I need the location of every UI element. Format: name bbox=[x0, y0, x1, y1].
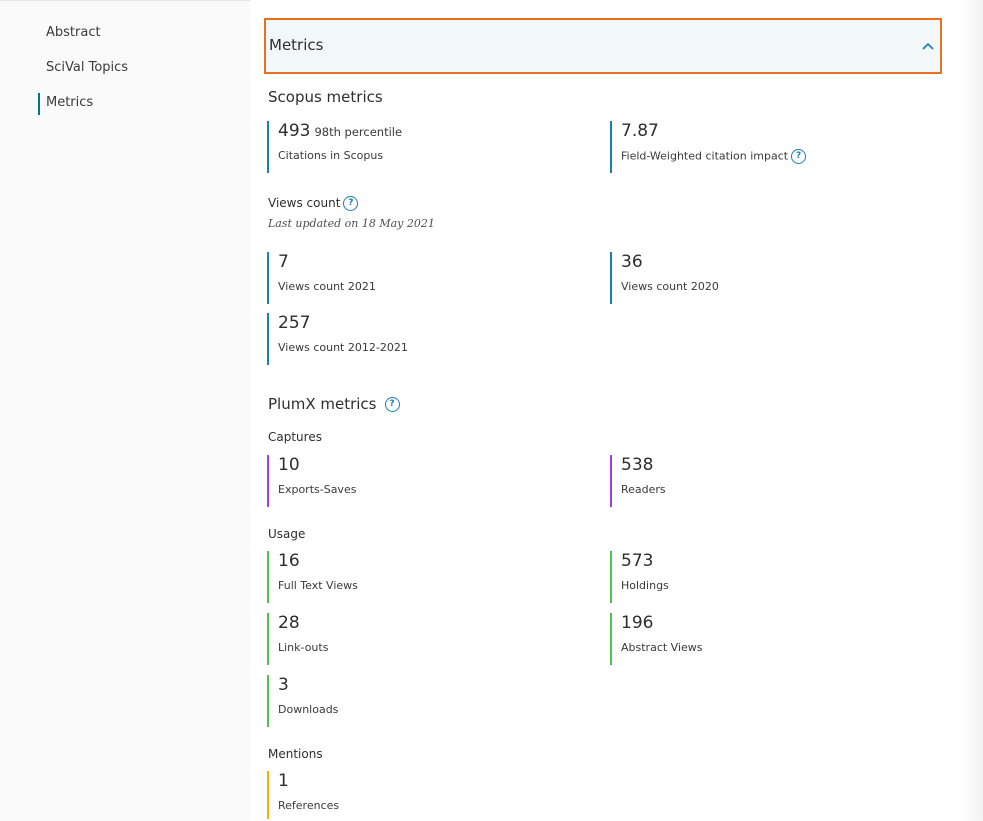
metric-value: 7.87 bbox=[621, 121, 659, 141]
accordion-title: Metrics bbox=[269, 36, 324, 54]
help-icon[interactable]: ? bbox=[791, 149, 807, 164]
metric-label: Abstract Views bbox=[621, 641, 703, 654]
sidebar-nav: Abstract SciVal Topics Metrics bbox=[0, 0, 250, 821]
metric-bar bbox=[267, 613, 269, 665]
metric-label: Full Text Views bbox=[278, 579, 358, 592]
metric-value: 257 bbox=[278, 313, 311, 333]
metric-label: Holdings bbox=[621, 579, 669, 592]
metric-bar bbox=[610, 252, 612, 304]
metric-value: 7 bbox=[278, 252, 289, 272]
views-updated-note: Last updated on 18 May 2021 bbox=[268, 217, 435, 230]
captures-title: Captures bbox=[268, 430, 322, 444]
metric-label: References bbox=[278, 799, 340, 812]
metric-value: 36 bbox=[621, 252, 643, 272]
views-count-title: Views count? bbox=[268, 196, 359, 211]
usage-title: Usage bbox=[268, 527, 306, 541]
help-icon[interactable]: ? bbox=[343, 196, 359, 211]
metric-value: 196 bbox=[621, 613, 654, 633]
metric-bar bbox=[610, 455, 612, 507]
active-indicator bbox=[38, 93, 40, 115]
metric-label: Link-outs bbox=[278, 641, 329, 654]
metric-bar bbox=[267, 551, 269, 603]
metric-value: 10 bbox=[278, 455, 300, 475]
metric-bar bbox=[610, 613, 612, 665]
metric-label: Citations in Scopus bbox=[278, 149, 384, 162]
metric-bar bbox=[610, 121, 612, 173]
metric-bar bbox=[267, 771, 269, 819]
metric-bar bbox=[267, 313, 269, 365]
metric-value: 573 bbox=[621, 551, 654, 571]
plumx-metrics-title: PlumX metrics? bbox=[268, 395, 400, 413]
metric-value: 3 bbox=[278, 675, 289, 695]
mentions-title: Mentions bbox=[268, 747, 323, 761]
metric-label: Views count 2020 bbox=[621, 280, 719, 293]
metrics-accordion-header[interactable]: Metrics bbox=[264, 18, 942, 74]
sidebar-item-metrics[interactable]: Metrics bbox=[46, 95, 93, 110]
metric-value: 1 bbox=[278, 771, 289, 791]
metric-label: Field-Weighted citation impact? bbox=[621, 149, 807, 164]
right-scroll-shadow bbox=[958, 0, 983, 821]
metric-value: 16 bbox=[278, 551, 300, 571]
metric-bar bbox=[267, 455, 269, 507]
metric-bar bbox=[267, 121, 269, 173]
sidebar-item-scival-topics[interactable]: SciVal Topics bbox=[46, 60, 128, 75]
metric-bar bbox=[267, 675, 269, 727]
metric-value: 538 bbox=[621, 455, 654, 475]
chevron-up-icon[interactable] bbox=[920, 38, 936, 54]
sidebar-item-abstract[interactable]: Abstract bbox=[46, 25, 101, 40]
metric-bar bbox=[610, 551, 612, 603]
metric-label: Views count 2021 bbox=[278, 280, 376, 293]
metric-value: 28 bbox=[278, 613, 300, 633]
metric-label: Readers bbox=[621, 483, 666, 496]
metric-label: Downloads bbox=[278, 703, 339, 716]
percentile-text: 98th percentile bbox=[314, 125, 403, 139]
scopus-metrics-title: Scopus metrics bbox=[268, 88, 383, 106]
help-icon[interactable]: ? bbox=[384, 397, 400, 412]
metric-value: 493 98th percentile bbox=[278, 121, 403, 141]
metric-bar bbox=[267, 252, 269, 304]
metric-label: Views count 2012-2021 bbox=[278, 341, 408, 354]
metric-label: Exports-Saves bbox=[278, 483, 357, 496]
